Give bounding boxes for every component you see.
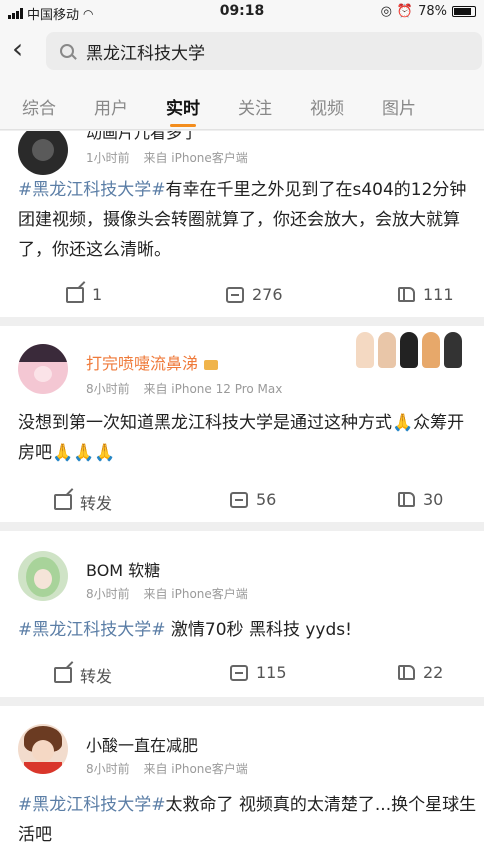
post-username[interactable]: BOM 软糖	[86, 557, 160, 581]
forward-count: 1	[92, 285, 103, 304]
back-arrow-icon[interactable]: ‹	[12, 34, 23, 64]
post-topic[interactable]: #黑龙江科技大学#	[18, 795, 166, 815]
like-icon	[398, 492, 415, 507]
post-card[interactable]: 小酸一直在减肥 8小时前 来自 iPhone客户端 #黑龙江科技大学#太救命了 …	[0, 706, 484, 856]
post-actions: 转发 115 22	[0, 655, 484, 695]
tab-realtime[interactable]: 实时	[166, 94, 200, 127]
comment-icon	[230, 664, 248, 681]
tab-comprehensive[interactable]: 综合	[22, 94, 56, 119]
lock-rotation-icon: ◎	[380, 4, 392, 19]
post-time: 1小时前	[86, 151, 130, 165]
avatar[interactable]	[18, 131, 68, 175]
post-body: 没想到第一次知道黑龙江科技大学是通过这种方式🙏众筹开房吧🙏🙏🙏	[18, 413, 465, 463]
avatar[interactable]	[18, 344, 68, 394]
post-actions: 1 276 111	[0, 277, 484, 317]
forward-icon	[54, 494, 72, 510]
post-meta: 8小时前 来自 iPhone 12 Pro Max	[86, 380, 292, 397]
tab-users[interactable]: 用户	[94, 94, 128, 119]
tab-images[interactable]: 图片	[382, 94, 416, 119]
comment-count: 115	[256, 663, 287, 682]
like-button[interactable]: 30	[398, 490, 443, 509]
post-text: #黑龙江科技大学#太救命了 视频真的太清楚了...换个星球生活吧	[18, 790, 480, 850]
comment-count: 56	[256, 490, 277, 509]
post-username[interactable]: 动画片儿看多了	[86, 131, 198, 143]
avatar[interactable]	[18, 724, 68, 774]
post-username-text[interactable]: 打完喷嚏流鼻涕	[86, 354, 198, 373]
status-right: ◎ ⏰ 78%	[381, 4, 476, 19]
post-body: 激情70秒 黑科技 yyds!	[165, 620, 352, 640]
post-username[interactable]: 打完喷嚏流鼻涕	[86, 350, 219, 374]
post-text: 没想到第一次知道黑龙江科技大学是通过这种方式🙏众筹开房吧🙏🙏🙏	[18, 408, 480, 468]
search-header: ‹ 黑龙江科技大学	[0, 24, 484, 80]
tab-video[interactable]: 视频	[310, 94, 344, 119]
battery-icon	[452, 6, 476, 17]
like-count: 30	[423, 490, 444, 509]
search-icon	[60, 44, 74, 58]
post-card[interactable]: 动画片儿看多了 1小时前 来自 iPhone客户端 #黑龙江科技大学#有幸在千里…	[0, 131, 484, 317]
post-source: 来自 iPhone客户端	[143, 151, 248, 165]
post-text: #黑龙江科技大学#有幸在千里之外见到了在s404的12分钟团建视频，摄像头会转圈…	[18, 175, 480, 265]
search-query[interactable]: 黑龙江科技大学	[86, 39, 205, 64]
tab-following[interactable]: 关注	[238, 94, 272, 119]
like-button[interactable]: 22	[398, 663, 443, 682]
battery-percent: 78%	[418, 4, 447, 19]
like-button[interactable]: 111	[398, 285, 454, 304]
post-username[interactable]: 小酸一直在减肥	[86, 732, 198, 756]
post-time: 8小时前	[86, 382, 130, 396]
comment-button[interactable]: 276	[226, 285, 283, 304]
post-meta: 8小时前 来自 iPhone客户端	[86, 760, 258, 777]
like-icon	[398, 287, 415, 302]
alarm-icon: ⏰	[396, 4, 414, 19]
comment-icon	[230, 491, 248, 508]
post-time: 8小时前	[86, 762, 130, 776]
post-text: #黑龙江科技大学# 激情70秒 黑科技 yyds!	[18, 615, 480, 645]
post-meta: 1小时前 来自 iPhone客户端	[86, 149, 258, 166]
forward-label: 转发	[80, 667, 113, 686]
post-source: 来自 iPhone 12 Pro Max	[143, 382, 283, 396]
comment-button[interactable]: 115	[230, 663, 287, 682]
decoration-cat-paws-icon	[356, 332, 462, 368]
post-card[interactable]: BOM 软糖 8小时前 来自 iPhone客户端 #黑龙江科技大学# 激情70秒…	[0, 531, 484, 697]
status-bar: 中国移动 ◠ 09:18 ◎ ⏰ 78%	[0, 0, 484, 24]
avatar[interactable]	[18, 551, 68, 601]
post-card[interactable]: 打完喷嚏流鼻涕 8小时前 来自 iPhone 12 Pro Max 没想到第一次…	[0, 326, 484, 522]
like-icon	[398, 665, 415, 680]
forward-label: 转发	[80, 494, 113, 513]
post-topic[interactable]: #黑龙江科技大学#	[18, 620, 166, 640]
comment-button[interactable]: 56	[230, 490, 276, 509]
filter-tabs: 综合 用户 实时 关注 视频 图片	[0, 80, 484, 130]
post-time: 8小时前	[86, 587, 130, 601]
comment-count: 276	[252, 285, 283, 304]
like-count: 111	[423, 285, 454, 304]
post-topic[interactable]: #黑龙江科技大学#	[18, 180, 166, 200]
search-box[interactable]: 黑龙江科技大学	[46, 32, 482, 70]
post-actions: 转发 56 30	[0, 482, 484, 522]
post-source: 来自 iPhone客户端	[143, 587, 248, 601]
forward-icon	[66, 286, 84, 303]
forward-icon	[54, 667, 72, 683]
vip-badge-icon	[204, 359, 219, 370]
like-count: 22	[423, 663, 444, 682]
post-source: 来自 iPhone客户端	[143, 762, 248, 776]
post-meta: 8小时前 来自 iPhone客户端	[86, 585, 258, 602]
forward-button[interactable]: 转发	[54, 663, 112, 687]
comment-icon	[226, 286, 244, 303]
forward-button[interactable]: 转发	[54, 490, 112, 514]
forward-button[interactable]: 1	[66, 285, 102, 304]
